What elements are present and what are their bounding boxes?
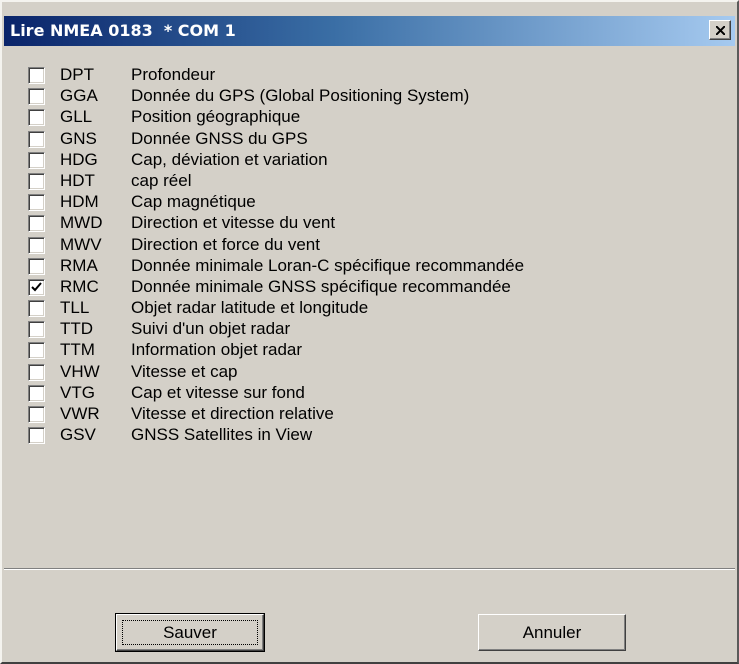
- separator: [4, 568, 735, 570]
- sentence-list: DPT Profondeur GGA Donnée du GPS (Global Po…: [26, 64, 726, 445]
- sentence-label: Donnée du GPS (Global Positioning System…: [131, 86, 470, 106]
- cancel-button-label: Annuler: [522, 623, 582, 642]
- sentence-row-rma[interactable]: RMA Donnée minimale Loran-C spécifique re…: [26, 255, 726, 276]
- sentence-code: TTD: [60, 319, 94, 339]
- sentence-row-ttd[interactable]: TTD Suivi d'un objet radar: [26, 318, 726, 339]
- checkbox-vtg[interactable]: [28, 384, 45, 402]
- checkmark-icon: [31, 282, 42, 292]
- sentence-code: MWV: [60, 234, 102, 254]
- checkbox-dpt[interactable]: [28, 67, 45, 84]
- checkbox-vwr[interactable]: [28, 406, 45, 423]
- sentence-row-hdg[interactable]: HDG Cap, déviation et variation: [26, 149, 726, 170]
- sentence-code: TTM: [60, 340, 95, 360]
- checkbox-ttd[interactable]: [28, 321, 45, 339]
- sentence-label: Vitesse et cap: [131, 361, 238, 381]
- sentence-code: GLL: [60, 107, 93, 127]
- sentence-label: Cap, déviation et variation: [131, 149, 328, 169]
- sentence-label: Objet radar latitude et longitude: [131, 298, 369, 318]
- close-button[interactable]: [709, 20, 731, 40]
- sentence-row-vhw[interactable]: VHW Vitesse et cap: [26, 361, 726, 382]
- sentence-row-mwd[interactable]: MWD Direction et vitesse du vent: [26, 212, 726, 233]
- sentence-code: HDM: [60, 192, 99, 212]
- checkbox-ttm[interactable]: [28, 342, 45, 360]
- sentence-code: VHW: [60, 361, 100, 381]
- checkbox-tll[interactable]: [28, 300, 45, 318]
- sentence-row-gga[interactable]: GGA Donnée du GPS (Global Positioning Sys…: [26, 85, 726, 106]
- checkbox-rmc[interactable]: [28, 278, 45, 296]
- sentence-row-vtg[interactable]: VTG Cap et vitesse sur fond: [26, 382, 726, 403]
- sentence-code: GSV: [60, 425, 96, 445]
- sentence-row-rmc[interactable]: RMC Donnée minimale GNSS spécifique recom…: [26, 276, 726, 297]
- sentence-label: Position géographique: [131, 107, 301, 127]
- sentence-row-ttm[interactable]: TTM Information objet radar: [26, 339, 726, 360]
- close-icon: [716, 26, 725, 35]
- sentence-row-mwv[interactable]: MWV Direction et force du vent: [26, 234, 726, 255]
- sentence-code: RMC: [60, 276, 99, 296]
- sentence-code: VWR: [60, 404, 100, 423]
- sentence-row-hdt[interactable]: HDT cap réel: [26, 170, 726, 191]
- dialog-window: Lire NMEA 0183 * COM 1 DPT Profondeur GGA D…: [0, 0, 739, 664]
- title-bar[interactable]: Lire NMEA 0183 * COM 1: [4, 16, 735, 46]
- sentence-label: Direction et vitesse du vent: [131, 213, 336, 233]
- sentence-code: GGA: [60, 86, 98, 106]
- checkbox-gsv[interactable]: [28, 427, 45, 445]
- checkbox-hdt[interactable]: [28, 172, 45, 190]
- sentence-label: Information objet radar: [131, 340, 303, 360]
- sentence-row-gsv[interactable]: GSV GNSS Satellites in View: [26, 424, 726, 445]
- save-button[interactable]: Sauver: [115, 613, 265, 652]
- sentence-label: Direction et force du vent: [131, 234, 320, 254]
- sentence-code: RMA: [60, 255, 98, 275]
- sentence-label: Cap et vitesse sur fond: [131, 382, 305, 402]
- checkbox-vhw[interactable]: [28, 363, 45, 381]
- sentence-row-gns[interactable]: GNS Donnée GNSS du GPS: [26, 128, 726, 149]
- save-button-label: Sauver: [163, 623, 217, 642]
- sentence-code: GNS: [60, 128, 97, 148]
- checkbox-gga[interactable]: [28, 88, 45, 106]
- checkbox-gns[interactable]: [28, 130, 45, 148]
- sentence-label: Profondeur: [131, 65, 216, 84]
- checkbox-gll[interactable]: [28, 109, 45, 127]
- sentence-code: HDT: [60, 170, 95, 190]
- sentence-label: GNSS Satellites in View: [131, 425, 313, 445]
- sentence-label: Vitesse et direction relative: [131, 404, 334, 423]
- sentence-row-dpt[interactable]: DPT Profondeur: [26, 64, 726, 85]
- sentence-label: Donnée GNSS du GPS: [131, 128, 308, 148]
- checkbox-hdg[interactable]: [28, 151, 45, 169]
- sentence-code: TLL: [60, 298, 90, 318]
- sentence-code: VTG: [60, 382, 95, 402]
- sentence-row-tll[interactable]: TLL Objet radar latitude et longitude: [26, 297, 726, 318]
- sentence-label: Donnée minimale GNSS spécifique recomman…: [131, 276, 511, 296]
- checkbox-hdm[interactable]: [28, 194, 45, 212]
- sentence-code: HDG: [60, 149, 98, 169]
- checkbox-rma[interactable]: [28, 257, 45, 275]
- checkbox-mwv[interactable]: [28, 236, 45, 254]
- sentence-code: DPT: [60, 65, 94, 84]
- sentence-label: Suivi d'un objet radar: [131, 319, 291, 339]
- checkbox-mwd[interactable]: [28, 215, 45, 233]
- sentence-label: cap réel: [131, 170, 192, 190]
- sentence-label: Cap magnétique: [131, 192, 256, 212]
- sentence-row-gll[interactable]: GLL Position géographique: [26, 106, 726, 127]
- window-title: Lire NMEA 0183 * COM 1: [10, 21, 236, 40]
- sentence-code: MWD: [60, 213, 103, 233]
- sentence-label: Donnée minimale Loran-C spécifique recom…: [131, 255, 525, 275]
- sentence-row-hdm[interactable]: HDM Cap magnétique: [26, 191, 726, 212]
- sentence-row-vwr[interactable]: VWR Vitesse et direction relative: [26, 403, 726, 424]
- cancel-button[interactable]: Annuler: [478, 614, 626, 651]
